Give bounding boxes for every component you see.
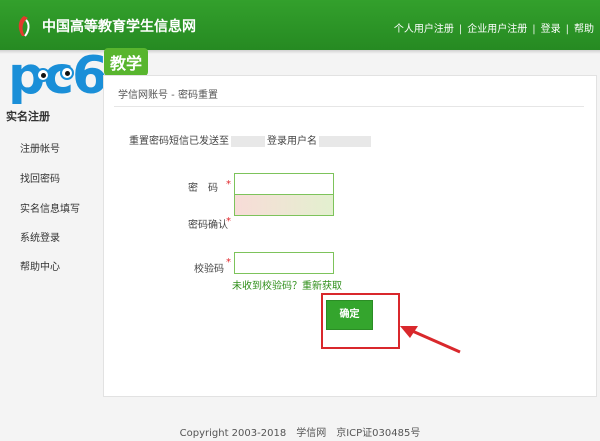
nav-separator: |	[565, 24, 569, 35]
pc6-watermark-badge: 教学	[104, 48, 149, 76]
nav-login[interactable]: 登录	[541, 24, 561, 35]
pc6-watermark-text: pc6	[8, 46, 108, 106]
resend-captcha-link[interactable]: 未收到校验码？重新获取	[232, 277, 342, 292]
nav-company-register[interactable]: 企业用户注册	[467, 24, 527, 35]
confirm-password-label: 密码确认	[188, 220, 228, 231]
sms-notice: 重置密码短信已发送至 登录用户名	[129, 132, 373, 147]
password-input[interactable]	[234, 173, 334, 195]
sidebar-item-help-center[interactable]: 帮助中心	[20, 258, 60, 273]
captcha-input[interactable]	[234, 252, 334, 274]
notice-prefix: 重置密码短信已发送至	[129, 136, 229, 147]
confirm-button[interactable]: 确定	[326, 300, 373, 330]
footer-site: 学信网	[296, 428, 327, 439]
nav-personal-register[interactable]: 个人用户注册	[394, 24, 454, 35]
notice-middle: 登录用户名	[267, 136, 317, 147]
reset-password-panel: 学信网账号 - 密码重置 重置密码短信已发送至 登录用户名 密 码 * 密码确认 …	[103, 75, 597, 397]
sidebar-item-identity-info[interactable]: 实名信息填写	[20, 200, 80, 215]
redacted-phone	[231, 135, 265, 147]
sidebar-item-system-login[interactable]: 系统登录	[20, 229, 60, 244]
sidebar-heading: 实名注册	[6, 110, 50, 123]
site-title: 中国高等教育学生信息网	[42, 19, 196, 35]
required-mark: *	[226, 257, 231, 268]
nav-separator: |	[532, 24, 536, 35]
site-logo-icon	[18, 16, 30, 37]
footer: Copyright 2003-2018 学信网 京ICP证030485号	[0, 424, 600, 439]
nav-separator: |	[458, 24, 463, 35]
breadcrumb: 学信网账号 - 密码重置	[118, 90, 218, 101]
footer-icp: 京ICP证030485号	[336, 428, 421, 439]
sidebar-item-register[interactable]: 注册帐号	[20, 140, 60, 155]
captcha-label: 校验码	[194, 264, 224, 275]
watermark-eye-icon	[60, 66, 74, 80]
sidebar-item-recover-password[interactable]: 找回密码	[20, 170, 60, 185]
redacted-username	[319, 135, 371, 147]
password-label: 密 码	[188, 183, 218, 194]
required-mark: *	[226, 179, 231, 190]
top-nav: 个人用户注册 | 企业用户注册 | 登录 | 帮助	[394, 20, 594, 35]
footer-copyright: Copyright 2003-2018	[179, 428, 287, 439]
confirm-password-input[interactable]	[234, 194, 334, 216]
site-header: 中国高等教育学生信息网 个人用户注册 | 企业用户注册 | 登录 | 帮助	[0, 0, 600, 50]
pointer-arrow-icon	[400, 326, 461, 354]
nav-help[interactable]: 帮助	[574, 24, 594, 35]
watermark-eye-icon	[36, 68, 50, 82]
required-mark: *	[226, 216, 231, 227]
divider	[114, 106, 584, 107]
